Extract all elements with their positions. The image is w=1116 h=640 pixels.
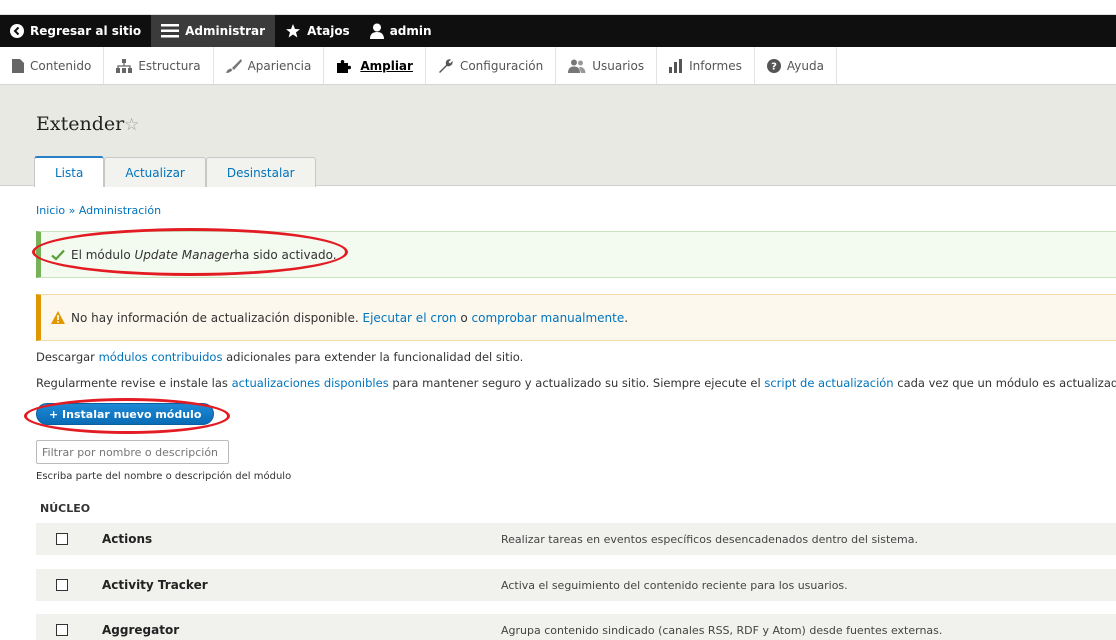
tray-item-reports[interactable]: Informes: [657, 47, 755, 84]
breadcrumb: Inicio » Administración: [36, 204, 161, 217]
module-checkbox[interactable]: [56, 579, 68, 591]
hamburger-icon: [161, 24, 180, 38]
warning-message: No hay información de actualización disp…: [36, 294, 1116, 341]
tray-item-appearance[interactable]: Apariencia: [214, 47, 325, 84]
tray-item-appearance-label: Apariencia: [247, 58, 312, 73]
back-to-site-link[interactable]: Regresar al sitio: [0, 15, 151, 47]
tray-item-structure[interactable]: Estructura: [104, 47, 214, 84]
tab-list[interactable]: Lista: [34, 156, 105, 187]
install-new-module-button[interactable]: + Instalar nuevo módulo: [36, 403, 215, 425]
para2-middle: para mantener seguro y actualizado su si…: [388, 376, 765, 390]
tab-uninstall[interactable]: Desinstalar: [205, 157, 316, 187]
module-row: Activity Tracker Activa el seguimiento d…: [36, 569, 1116, 601]
user-icon: [369, 23, 384, 39]
para2-end: cada vez que un módulo es actualizado.: [893, 376, 1116, 390]
para2-start: Regularmente revise e instale las: [36, 376, 232, 390]
warning-end: .: [624, 310, 629, 325]
check-manually-link[interactable]: comprobar manualmente: [472, 311, 625, 325]
warning-icon: [51, 311, 65, 324]
tab-update[interactable]: Actualizar: [104, 157, 206, 187]
checkmark-icon: [51, 249, 65, 261]
module-description: Activa el seguimiento del contenido reci…: [501, 578, 848, 592]
breadcrumb-admin[interactable]: Administración: [79, 204, 161, 217]
module-description: Realizar tareas en eventos específicos d…: [501, 532, 918, 546]
page-title: Extender: [36, 113, 125, 135]
back-to-site-label: Regresar al sitio: [30, 24, 142, 38]
breadcrumb-separator: »: [65, 204, 79, 217]
module-filter-input[interactable]: [36, 440, 229, 464]
breadcrumb-home[interactable]: Inicio: [36, 204, 65, 217]
download-modules-text: Descargar módulos contribuidos adicional…: [36, 350, 523, 364]
manage-label: Administrar: [185, 24, 266, 38]
warning-text: No hay información de actualización disp…: [71, 310, 359, 325]
update-script-link[interactable]: script de actualización: [764, 376, 893, 390]
warning-mid: o: [456, 310, 472, 325]
file-icon: [12, 58, 24, 73]
module-row: Aggregator Agrupa contenido sindicado (c…: [36, 614, 1116, 640]
module-name[interactable]: Actions: [102, 532, 152, 546]
run-cron-link[interactable]: Ejecutar el cron: [363, 311, 457, 325]
module-name[interactable]: Aggregator: [102, 623, 179, 637]
shortcuts-label: Atajos: [307, 24, 350, 38]
tray-item-people[interactable]: Usuarios: [556, 47, 658, 84]
bar-chart-icon: [669, 58, 683, 73]
module-checkbox[interactable]: [56, 624, 68, 636]
tray-item-help[interactable]: ? Ayuda: [755, 47, 837, 84]
module-checkbox[interactable]: [56, 533, 68, 545]
filter-description: Escriba parte del nombre o descripción d…: [36, 471, 292, 482]
tray-item-configuration-label: Configuración: [459, 58, 544, 73]
admin-tray: Contenido Estructura Apariencia Ampliar …: [0, 47, 1116, 85]
shortcut-star-icon[interactable]: ☆: [124, 115, 139, 135]
people-icon: [568, 59, 586, 73]
manage-menu[interactable]: Administrar: [151, 15, 276, 47]
back-arrow-icon: [10, 24, 24, 38]
tray-item-help-label: Ayuda: [786, 58, 824, 73]
tray-item-people-label: Usuarios: [592, 58, 645, 73]
module-description: Agrupa contenido sindicado (canales RSS,…: [501, 623, 943, 637]
puzzle-icon: [337, 59, 352, 73]
page-header: Extender ☆ Lista Actualizar Desinstalar: [0, 85, 1116, 187]
user-label: admin: [389, 24, 432, 38]
tray-item-content-label: Contenido: [30, 58, 92, 73]
brush-icon: [225, 58, 242, 73]
admin-toolbar: Regresar al sitio Administrar Atajos adm…: [0, 15, 1116, 47]
para1-end: adicionales para extender la funcionalid…: [222, 350, 524, 364]
primary-tabs: Lista Actualizar Desinstalar: [34, 156, 316, 187]
tray-item-configuration[interactable]: Configuración: [426, 47, 557, 84]
module-row: Actions Realizar tareas en eventos espec…: [36, 523, 1116, 555]
tray-item-structure-label: Estructura: [138, 58, 201, 73]
user-menu[interactable]: admin: [360, 15, 442, 47]
status-message: El módulo Update Manager ha sido activad…: [36, 231, 1116, 278]
para1-start: Descargar: [36, 350, 99, 364]
tray-item-extend[interactable]: Ampliar: [324, 47, 426, 84]
tray-item-reports-label: Informes: [689, 58, 742, 73]
status-module-name: Update Manager: [134, 247, 235, 262]
sitemap-icon: [116, 58, 133, 73]
star-icon: [286, 24, 301, 38]
status-suffix: ha sido activado.: [234, 247, 337, 262]
contributed-modules-link[interactable]: módulos contribuidos: [99, 350, 223, 364]
tray-item-extend-label: Ampliar: [360, 58, 413, 73]
update-instructions-text: Regularmente revise e instale las actual…: [36, 376, 1116, 390]
wrench-icon: [438, 58, 453, 73]
module-name[interactable]: Activity Tracker: [102, 578, 208, 592]
status-prefix: El módulo: [71, 247, 131, 262]
core-section-label[interactable]: NÚCLEO: [40, 502, 90, 515]
svg-text:?: ?: [771, 61, 777, 72]
browser-top-strip: [0, 0, 1116, 15]
shortcuts-menu[interactable]: Atajos: [275, 15, 360, 47]
available-updates-link[interactable]: actualizaciones disponibles: [232, 376, 389, 390]
tray-item-content[interactable]: Contenido: [0, 47, 105, 84]
help-icon: ?: [766, 58, 781, 73]
